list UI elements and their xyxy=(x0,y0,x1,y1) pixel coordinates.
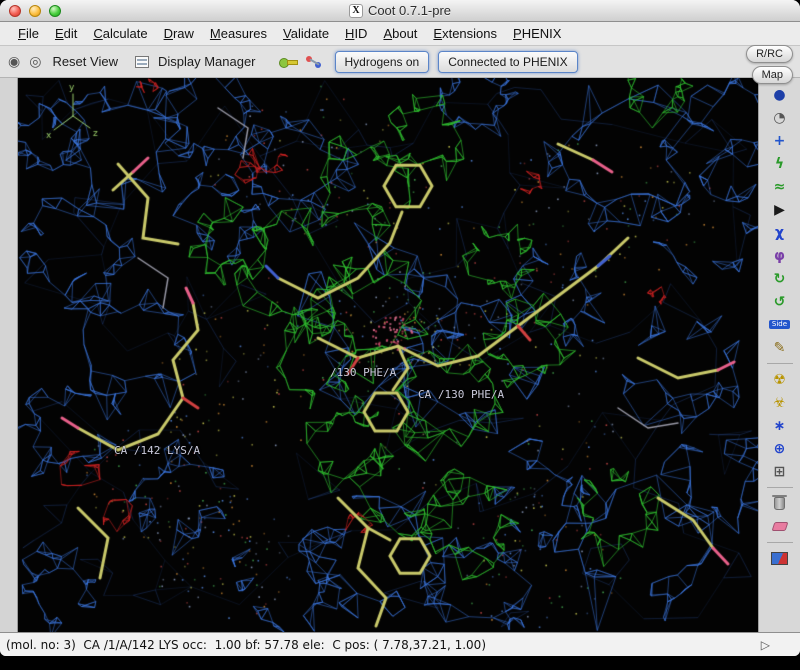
phenix-status-button[interactable]: Connected to PHENIX xyxy=(438,51,577,73)
molecule-icon[interactable] xyxy=(306,54,322,70)
menu-item[interactable]: HID xyxy=(337,24,375,43)
view-target-icon[interactable]: ◎ xyxy=(27,53,43,70)
add-atom-icon[interactable]: ∗ xyxy=(766,415,794,436)
sphere-icon: ● xyxy=(773,88,785,102)
pencil-icon[interactable]: ✎ xyxy=(766,337,794,358)
play-icon[interactable]: ▶ xyxy=(766,199,794,220)
reset-orientation-icon[interactable]: ◉ xyxy=(6,53,22,70)
menu-item[interactable]: Extensions xyxy=(425,24,505,43)
display-manager-icon xyxy=(135,56,149,68)
toolbar-separator xyxy=(767,487,793,488)
chi-angle-icon[interactable]: χ xyxy=(766,222,794,243)
atom-label: CA /130 PHE/A xyxy=(418,388,504,401)
phi-angle-icon[interactable]: φ xyxy=(766,245,794,266)
menu-item[interactable]: Measures xyxy=(202,24,275,43)
regularize-icon[interactable]: ≈ xyxy=(766,176,794,197)
menubar: FileEditCalculateDrawMeasuresValidateHID… xyxy=(0,22,800,46)
gl-canvas-wrap: /130 PHE/A CA /130 PHE/A CA /142 LYS/A xyxy=(18,78,758,632)
window-title-group: X Coot 0.7.1-pre xyxy=(0,0,800,21)
hydrogens-toggle-button[interactable]: Hydrogens on xyxy=(335,51,430,73)
chi-angle-icon: χ xyxy=(775,226,784,240)
sphere-icon[interactable]: ● xyxy=(766,84,794,105)
biohazard-icon[interactable]: ☣ xyxy=(766,392,794,413)
toolbar: ◉ ◎ Reset View Display Manager Hydrogens… xyxy=(0,46,800,78)
rotate-cw-icon[interactable]: ↻ xyxy=(766,268,794,289)
side-chain-icon: Side xyxy=(769,320,790,329)
translate-icon: + xyxy=(774,134,786,148)
atom-label: /130 PHE/A xyxy=(330,366,396,379)
rrc-button[interactable]: R/RC xyxy=(746,45,793,63)
x11-app-icon: X xyxy=(349,4,363,18)
picture-icon xyxy=(771,552,788,565)
side-chain-icon[interactable]: Side xyxy=(766,314,794,335)
pencil-icon: ✎ xyxy=(774,341,786,355)
menu-item[interactable]: PHENIX xyxy=(505,24,569,43)
expander-triangle-icon[interactable]: ▷ xyxy=(761,638,770,652)
coot-window: X Coot 0.7.1-pre FileEditCalculateDrawMe… xyxy=(0,0,800,656)
eraser-icon[interactable] xyxy=(766,516,794,537)
clock-icon[interactable]: ◔ xyxy=(766,107,794,128)
statusbar: (mol. no: 3) CA /1/A/142 LYS occ: 1.00 b… xyxy=(0,632,800,656)
phi-angle-icon: φ xyxy=(774,249,785,263)
biohazard-icon: ☣ xyxy=(773,396,786,410)
refine-zigzag-icon: ϟ xyxy=(775,157,784,171)
menu-item[interactable]: Calculate xyxy=(85,24,155,43)
menu-item[interactable]: Edit xyxy=(47,24,85,43)
right-toolbar: ● ◔ + ϟ ≈ ▶ χφ ↻ ↺ Side ✎ ☢ ☣ ∗ ⊕ ⊞ xyxy=(758,78,800,632)
status-text: (mol. no: 3) CA /1/A/142 LYS occ: 1.00 b… xyxy=(6,638,486,652)
add-terminal-icon: ⊕ xyxy=(774,442,786,456)
main-area: /130 PHE/A CA /130 PHE/A CA /142 LYS/A ● ◔ +… xyxy=(0,78,800,632)
atom-label: CA /142 LYS/A xyxy=(114,444,200,457)
play-icon: ▶ xyxy=(774,203,785,217)
radiation-icon: ☢ xyxy=(773,373,786,387)
map-button[interactable]: Map xyxy=(752,66,793,84)
menu-item[interactable]: Draw xyxy=(156,24,202,43)
radiation-icon[interactable]: ☢ xyxy=(766,369,794,390)
translate-icon[interactable]: + xyxy=(766,130,794,151)
clock-icon: ◔ xyxy=(773,111,785,125)
rotate-ccw-icon: ↺ xyxy=(774,295,786,309)
corner-buttons: R/RC Map xyxy=(746,45,793,84)
rotate-ccw-icon[interactable]: ↺ xyxy=(766,291,794,312)
plus-box-icon: ⊞ xyxy=(774,465,786,479)
reset-view-button[interactable]: Reset View xyxy=(48,52,122,71)
rotate-cw-icon: ↻ xyxy=(774,272,786,286)
menu-item[interactable]: About xyxy=(375,24,425,43)
add-terminal-icon[interactable]: ⊕ xyxy=(766,438,794,459)
refine-zigzag-icon[interactable]: ϟ xyxy=(766,153,794,174)
titlebar[interactable]: X Coot 0.7.1-pre xyxy=(0,0,800,22)
molecular-viewport[interactable] xyxy=(18,78,758,632)
regularize-icon: ≈ xyxy=(774,180,786,194)
add-atom-icon: ∗ xyxy=(774,419,786,433)
eraser-icon xyxy=(771,522,788,531)
trash-icon xyxy=(774,497,785,510)
picture-icon[interactable] xyxy=(766,548,794,569)
left-gutter xyxy=(0,78,18,632)
display-manager-button[interactable]: Display Manager xyxy=(154,52,260,71)
menu-item[interactable]: Validate xyxy=(275,24,337,43)
toolbar-separator xyxy=(767,363,793,364)
trash-icon[interactable] xyxy=(766,493,794,514)
menu-item[interactable]: File xyxy=(10,24,47,43)
key-icon[interactable] xyxy=(279,58,297,66)
toolbar-separator xyxy=(767,542,793,543)
window-title: Coot 0.7.1-pre xyxy=(368,3,451,18)
plus-box-icon[interactable]: ⊞ xyxy=(766,461,794,482)
